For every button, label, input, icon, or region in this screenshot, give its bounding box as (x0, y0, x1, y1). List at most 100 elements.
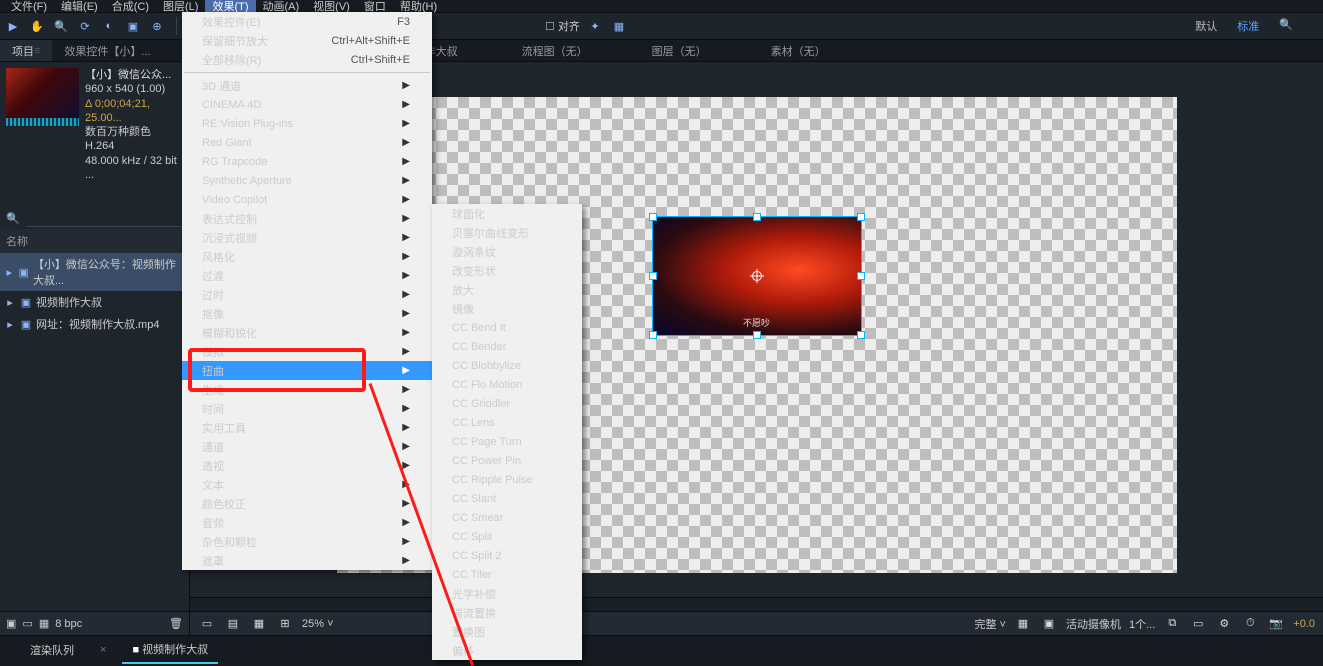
menu-item[interactable]: 沉浸式视频▶ (182, 228, 432, 247)
submenu-item[interactable]: 镜像 (432, 299, 582, 318)
selected-video-layer[interactable]: 不愿吵 (653, 217, 861, 335)
submenu-item[interactable]: CC Griddler (432, 394, 582, 413)
tab-render-queue[interactable]: 渲染队列 (20, 637, 84, 663)
menu-item[interactable]: 风格化▶ (182, 247, 432, 266)
submenu-item[interactable]: 漩涡条纹 (432, 242, 582, 261)
menu-composition[interactable]: 合成(C) (105, 0, 156, 14)
tree-column-name[interactable]: 名称 (0, 229, 189, 253)
zoom-tool-icon[interactable]: 🔍 (52, 17, 70, 35)
quality-dropdown[interactable]: 完整 ˅ (975, 616, 1006, 632)
resize-handle-b[interactable] (754, 332, 760, 338)
menu-item[interactable]: 通道▶ (182, 437, 432, 456)
submenu-item[interactable]: 贝塞尔曲线变形 (432, 223, 582, 242)
magnification-icon[interactable]: ▭ (198, 615, 216, 633)
submenu-item[interactable]: 球面化 (432, 204, 582, 223)
pixel-aspect-icon[interactable]: ▭ (1189, 615, 1207, 633)
submenu-item[interactable]: 置换图 (432, 622, 582, 641)
resize-handle-tl[interactable] (650, 214, 656, 220)
submenu-item[interactable]: CC Split (432, 527, 582, 546)
exposure-value[interactable]: +0.0 (1293, 618, 1315, 630)
menu-item[interactable]: 杂色和颗粒▶ (182, 532, 432, 551)
menu-item[interactable]: Synthetic Aperture▶ (182, 171, 432, 190)
submenu-item[interactable]: 放大 (432, 280, 582, 299)
menu-item[interactable]: 效果控件(E)F3 (182, 12, 432, 31)
interpret-footage-icon[interactable]: ▣ (6, 617, 16, 630)
submenu-item[interactable]: CC Smear (432, 508, 582, 527)
submenu-item[interactable]: 偏移 (432, 641, 582, 660)
menu-item[interactable]: 模糊和锐化▶ (182, 323, 432, 342)
submenu-item[interactable]: CC Bender (432, 337, 582, 356)
rotate-tool-icon[interactable]: ◐ (100, 17, 118, 35)
mask-tool-icon[interactable]: ✦ (586, 17, 604, 35)
submenu-item[interactable]: CC Blobbylize (432, 356, 582, 375)
menu-file[interactable]: 文件(F) (4, 0, 54, 14)
menu-item[interactable]: 模拟▶ (182, 342, 432, 361)
workspace-standard[interactable]: 标准 (1237, 18, 1259, 34)
menu-item[interactable]: 生成▶ (182, 380, 432, 399)
menu-item[interactable]: 表达式控制▶ (182, 209, 432, 228)
resize-handle-r[interactable] (858, 273, 864, 279)
search-icon[interactable]: 🔍 (6, 212, 20, 225)
zoom-dropdown[interactable]: 25% ˅ (302, 618, 334, 630)
submenu-item[interactable]: CC Page Turn (432, 432, 582, 451)
menu-item[interactable]: 过渡▶ (182, 266, 432, 285)
menu-item[interactable]: 全部移除(R)Ctrl+Shift+E (182, 50, 432, 69)
project-search-input[interactable] (26, 210, 183, 227)
resize-handle-br[interactable] (858, 332, 864, 338)
views-dropdown[interactable]: 1个... (1129, 616, 1155, 632)
menu-item[interactable]: 遮罩▶ (182, 551, 432, 570)
snap-checkbox[interactable]: ☐ 对齐 (545, 18, 580, 34)
submenu-item[interactable]: 光学补偿 (432, 584, 582, 603)
menu-item[interactable]: 抠像▶ (182, 304, 432, 323)
submenu-item[interactable]: CC Flo Motion (432, 375, 582, 394)
menu-edit[interactable]: 编辑(E) (54, 0, 105, 14)
selection-tool-icon[interactable]: ▶ (4, 17, 22, 35)
submenu-item[interactable]: CC Bend It (432, 318, 582, 337)
tab-effect-controls[interactable]: 效果控件【小】... (52, 40, 162, 61)
menu-item[interactable]: 透视▶ (182, 456, 432, 475)
submenu-item[interactable]: 改变形状 (432, 261, 582, 280)
resize-handle-l[interactable] (650, 273, 656, 279)
tree-item[interactable]: ▸▣视频制作大叔 (0, 291, 189, 313)
submenu-item[interactable]: 湍流置换 (432, 603, 582, 622)
submenu-item[interactable]: CC Power Pin (432, 451, 582, 470)
viewer-tab-footage[interactable]: 素材（无） (759, 40, 838, 61)
menu-item[interactable]: Red Giant▶ (182, 133, 432, 152)
hand-tool-icon[interactable]: ✋ (28, 17, 46, 35)
menu-item[interactable]: RE:Vision Plug-ins▶ (182, 114, 432, 133)
share-view-icon[interactable]: ⧉ (1163, 615, 1181, 633)
menu-item[interactable]: Video Copilot▶ (182, 190, 432, 209)
search-help-icon[interactable]: 🔍 (1279, 18, 1293, 34)
pan-behind-tool-icon[interactable]: ⊕ (148, 17, 166, 35)
menu-item[interactable]: 时间▶ (182, 399, 432, 418)
submenu-item[interactable]: CC Slant (432, 489, 582, 508)
submenu-item[interactable]: CC Tiler (432, 565, 582, 584)
menu-item[interactable]: 音频▶ (182, 513, 432, 532)
camera-tool-icon[interactable]: ▣ (124, 17, 142, 35)
timecode-icon[interactable]: ⏱ (1241, 615, 1259, 633)
tab-project[interactable]: 项目 ≡ (0, 40, 52, 61)
menu-item[interactable]: 实用工具▶ (182, 418, 432, 437)
viewer-tab-flowchart[interactable]: 流程图（无） (510, 40, 600, 61)
new-folder-icon[interactable]: ▭ (22, 617, 32, 630)
new-comp-icon[interactable]: ▦ (39, 617, 49, 630)
resolution-icon[interactable]: ▤ (224, 615, 242, 633)
grid-icon[interactable]: ▦ (250, 615, 268, 633)
viewer-scrollbar-horizontal[interactable] (190, 597, 1323, 611)
tree-item[interactable]: ▸▣【小】微信公众号：视频制作大叔... (0, 253, 189, 291)
close-tab-icon[interactable]: × (100, 644, 106, 656)
roto-tool-icon[interactable]: ▦ (610, 17, 628, 35)
project-item-thumbnail[interactable] (6, 68, 79, 126)
snapshot-icon[interactable]: 📷 (1267, 615, 1285, 633)
resize-handle-tr[interactable] (858, 214, 864, 220)
menu-item[interactable]: CINEMA 4D▶ (182, 95, 432, 114)
menu-item[interactable]: RG Trapcode▶ (182, 152, 432, 171)
menu-item[interactable]: 保留细节放大Ctrl+Alt+Shift+E (182, 31, 432, 50)
transparency-toggle-icon[interactable]: ▦ (1014, 615, 1032, 633)
menu-item[interactable]: 过时▶ (182, 285, 432, 304)
workspace-default[interactable]: 默认 (1195, 18, 1217, 34)
submenu-item[interactable]: CC Ripple Pulse (432, 470, 582, 489)
viewer-tab-layer[interactable]: 图层（无） (640, 40, 719, 61)
menu-item[interactable]: 颜色校正▶ (182, 494, 432, 513)
region-icon[interactable]: ▣ (1040, 615, 1058, 633)
